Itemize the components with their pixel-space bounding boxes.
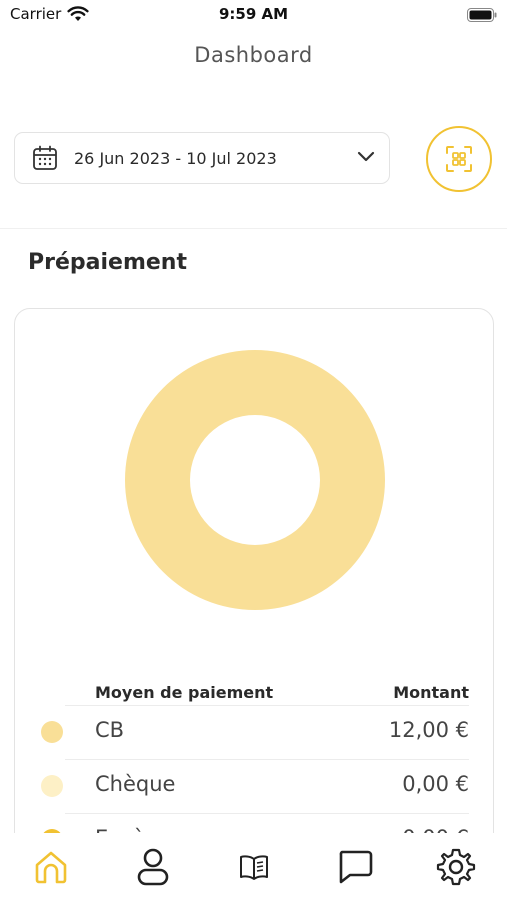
tab-profile[interactable] [133, 847, 173, 887]
date-range-text: 26 Jun 2023 - 10 Jul 2023 [74, 149, 277, 168]
tab-home[interactable] [31, 847, 71, 887]
column-header-method: Moyen de paiement [95, 683, 274, 702]
table-row: CB 12,00 € [15, 705, 495, 759]
home-icon [35, 851, 67, 884]
section-title: Prépaiement [28, 250, 187, 275]
user-icon [137, 848, 169, 886]
prepayment-card: Moyen de paiement Montant CB 12,00 € Chè… [14, 308, 494, 868]
payment-method-label: CB [95, 718, 125, 742]
tab-bar [0, 833, 507, 900]
battery-icon [467, 8, 497, 22]
legend-dot [41, 775, 63, 797]
payment-method-label: Chèque [95, 772, 176, 796]
status-time: 9:59 AM [218, 5, 289, 23]
settings-icon [436, 848, 476, 886]
donut-slice-cb [125, 350, 385, 610]
tab-messages[interactable] [335, 847, 375, 887]
date-range-picker[interactable]: 26 Jun 2023 - 10 Jul 2023 [14, 132, 390, 184]
book-icon [240, 855, 268, 880]
section-divider [0, 228, 507, 229]
scan-qr-button[interactable] [426, 126, 492, 192]
status-bar: Carrier 9:59 AM [0, 0, 507, 32]
tab-catalog[interactable] [234, 847, 274, 887]
table-row: Chèque 0,00 € [15, 759, 495, 813]
tab-settings[interactable] [436, 847, 476, 887]
calendar-icon [33, 145, 57, 170]
chat-icon [339, 850, 373, 884]
payment-amount: 0,00 € [402, 772, 469, 796]
page-title: Dashboard [194, 43, 313, 67]
column-header-amount: Montant [393, 683, 469, 702]
legend-dot [41, 721, 63, 743]
table-header: Moyen de paiement Montant [65, 683, 469, 707]
chevron-down-icon [357, 151, 375, 162]
payment-amount: 12,00 € [388, 718, 469, 742]
donut-chart [125, 350, 385, 610]
qr-code-icon [446, 146, 472, 172]
